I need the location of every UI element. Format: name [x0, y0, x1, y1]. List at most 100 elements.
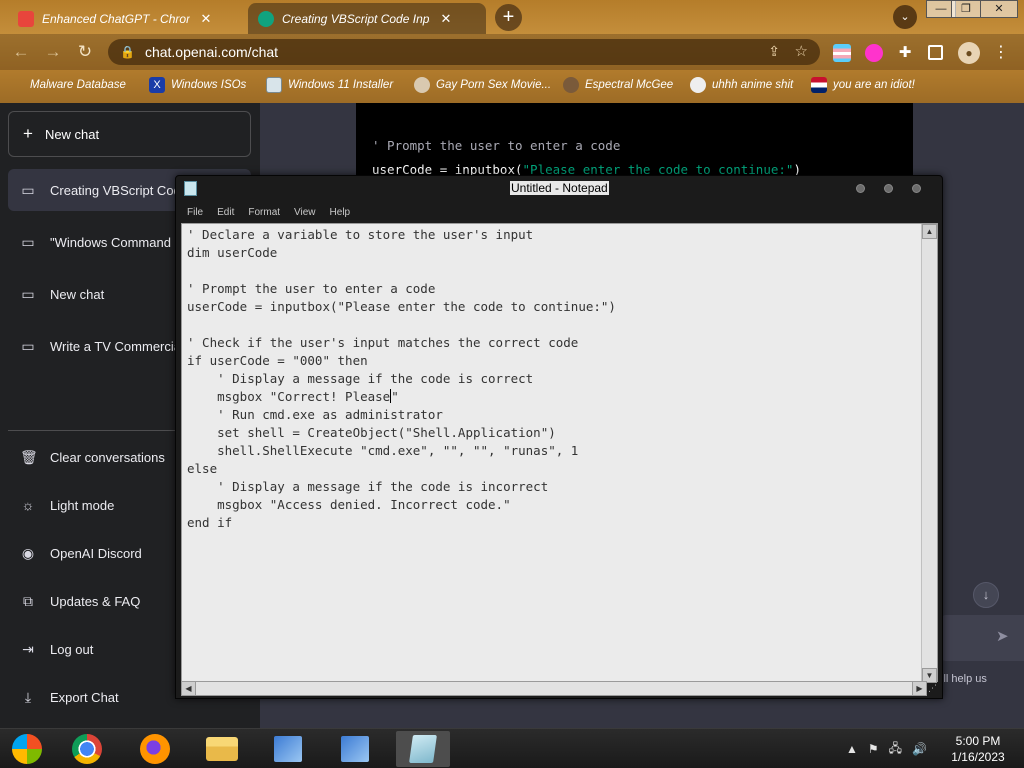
- bookmark-malware-database[interactable]: Malware Database: [14, 77, 126, 93]
- taskbar-firefox[interactable]: [130, 731, 180, 767]
- conversation-label: New chat: [50, 286, 105, 302]
- firefox-icon: [140, 734, 170, 764]
- scroll-to-bottom-button[interactable]: ↓: [973, 582, 999, 608]
- reload-icon[interactable]: ↻: [73, 40, 97, 64]
- skull-icon: [14, 77, 24, 93]
- taskbar-setup[interactable]: [330, 731, 380, 767]
- show-hidden-icons-icon[interactable]: ▲: [846, 742, 858, 756]
- tab-strip: Enhanced ChatGPT - Chrome Web ✕ Creating…: [0, 0, 1024, 34]
- text-before-caret: ' Declare a variable to store the user's…: [187, 227, 616, 404]
- tab-close-icon[interactable]: ✕: [438, 11, 454, 27]
- notepad-text[interactable]: ' Declare a variable to store the user's…: [187, 226, 616, 532]
- conversation-label: Write a TV Commercial: [50, 338, 184, 354]
- taskbar-setup[interactable]: [263, 731, 313, 767]
- bookmark-windows-isos[interactable]: X Windows ISOs: [149, 77, 246, 93]
- notepad-app-icon[interactable]: [184, 181, 197, 196]
- extension-flag-icon[interactable]: [833, 44, 851, 62]
- taskbar: ▲ ⚑ 🖧 🔊 5:00 PM 1/16/2023: [0, 728, 1024, 768]
- horizontal-scrollbar[interactable]: ◀ ▶: [181, 681, 927, 696]
- menu-format[interactable]: Format: [241, 203, 287, 222]
- anime-icon: [690, 77, 706, 93]
- message-input[interactable]: [940, 615, 1024, 661]
- system-tray: ▲ ⚑ 🖧 🔊: [846, 729, 941, 768]
- new-chat-button[interactable]: + New chat: [8, 111, 251, 157]
- more-menu-icon[interactable]: ⋮: [992, 44, 1010, 62]
- menu-file[interactable]: File: [180, 203, 210, 222]
- start-button[interactable]: [2, 731, 52, 767]
- clock[interactable]: 5:00 PM 1/16/2023: [942, 733, 1014, 765]
- tab-title: Creating VBScript Code Input: [282, 11, 430, 26]
- logout-icon: ⇥: [22, 640, 34, 657]
- side-panel-icon[interactable]: [928, 45, 943, 60]
- tab-search-button[interactable]: ⌄: [893, 5, 917, 29]
- notepad-text-area[interactable]: ' Declare a variable to store the user's…: [181, 223, 938, 683]
- notepad-window: Untitled - Notepad File Edit Format View…: [175, 175, 943, 699]
- bookmark-you-are-an-idiot[interactable]: you are an idiot!: [811, 77, 915, 93]
- lock-icon[interactable]: 🔒: [120, 45, 135, 59]
- bookmark-label: uhhh anime shit: [712, 79, 794, 91]
- browser-toolbar: ← → ↻ 🔒 chat.openai.com/chat ⇪ ☆ ✚ ● ⋮: [0, 34, 1024, 70]
- menu-edit[interactable]: Edit: [210, 203, 241, 222]
- address-bar[interactable]: 🔒 chat.openai.com/chat ⇪ ☆: [108, 39, 820, 65]
- scroll-left-arrow-icon[interactable]: ◀: [181, 681, 196, 696]
- action-label: Log out: [50, 641, 94, 657]
- bookmark-anime[interactable]: uhhh anime shit: [690, 77, 793, 93]
- chrome-icon: [72, 734, 102, 764]
- url-text[interactable]: chat.openai.com/chat: [145, 44, 278, 60]
- footer-disclaimer: ill help us: [941, 673, 987, 685]
- export-icon: ⤓: [24, 688, 32, 705]
- site-icon: [414, 77, 430, 93]
- bookmarks-bar: Malware Database X Windows ISOs Windows …: [0, 72, 1024, 98]
- site-icon: [563, 77, 579, 93]
- volume-icon[interactable]: 🔊: [912, 742, 927, 756]
- action-label: OpenAI Discord: [50, 545, 142, 561]
- code-block: ' Prompt the user to enter a code userCo…: [356, 103, 913, 183]
- bookmark-site[interactable]: Gay Porn Sex Movie...: [414, 77, 551, 93]
- new-tab-button[interactable]: +: [495, 4, 522, 31]
- back-arrow-icon[interactable]: ←: [9, 40, 33, 64]
- flag-icon: [811, 77, 827, 93]
- close-button[interactable]: ✕: [980, 0, 1018, 18]
- discord-icon: ◉: [21, 544, 35, 561]
- extensions-puzzle-icon[interactable]: ✚: [896, 44, 914, 62]
- new-chat-label: New chat: [44, 126, 100, 142]
- chat-bubble-icon: ▭: [21, 181, 35, 198]
- taskbar-file-explorer[interactable]: [197, 731, 247, 767]
- browser-frame: Enhanced ChatGPT - Chrome Web ✕ Creating…: [0, 0, 1024, 103]
- taskbar-chrome[interactable]: [62, 731, 112, 767]
- tab-close-icon[interactable]: ✕: [198, 11, 214, 27]
- bookmark-label: Windows ISOs: [171, 79, 247, 91]
- code-comment: ' Prompt the user to enter a code: [372, 138, 621, 153]
- profile-icon[interactable]: ●: [958, 42, 980, 64]
- tab-title: Enhanced ChatGPT - Chrome Web: [42, 11, 190, 26]
- notepad-menubar: File Edit Format View Help: [180, 203, 938, 222]
- action-center-flag-icon[interactable]: ⚑: [868, 742, 879, 756]
- share-icon[interactable]: ⇪: [768, 43, 780, 60]
- action-label: Clear conversations: [50, 449, 165, 465]
- bookmark-star-icon[interactable]: ☆: [795, 42, 808, 60]
- maximize-button[interactable]: ❐: [951, 0, 981, 18]
- scroll-up-arrow-icon[interactable]: ▲: [922, 224, 937, 239]
- openai-favicon-icon: [258, 10, 274, 27]
- vertical-scrollbar[interactable]: ▲ ▼: [921, 224, 937, 683]
- bookmark-windows-11-installer[interactable]: Windows 11 Installer: [266, 77, 393, 93]
- bookmark-espectral-mcgee[interactable]: Espectral McGee: [563, 77, 673, 93]
- notepad-maximize-button[interactable]: [884, 184, 893, 193]
- notepad-minimize-button[interactable]: [856, 184, 865, 193]
- sun-icon: ☼: [21, 497, 35, 513]
- network-icon[interactable]: 🖧: [889, 739, 902, 760]
- notepad-titlebar[interactable]: Untitled - Notepad: [176, 176, 942, 202]
- windows-logo-icon: [12, 734, 42, 764]
- menu-view[interactable]: View: [287, 203, 323, 222]
- forward-arrow-icon[interactable]: →: [41, 40, 65, 64]
- resize-grip-icon[interactable]: ⋰: [928, 681, 939, 696]
- taskbar-notepad[interactable]: [396, 731, 450, 767]
- notepad-close-button[interactable]: [912, 184, 921, 193]
- extension-avatar-icon[interactable]: [865, 44, 883, 62]
- send-icon[interactable]: ➤: [996, 627, 1009, 645]
- menu-help[interactable]: Help: [323, 203, 358, 222]
- tab-creating-vbscript[interactable]: Creating VBScript Code Input ✕: [248, 3, 486, 34]
- notepad-title: Untitled - Notepad: [510, 181, 609, 195]
- scroll-right-arrow-icon[interactable]: ▶: [912, 681, 927, 696]
- tab-enhanced-chatgpt[interactable]: Enhanced ChatGPT - Chrome Web ✕: [8, 3, 246, 34]
